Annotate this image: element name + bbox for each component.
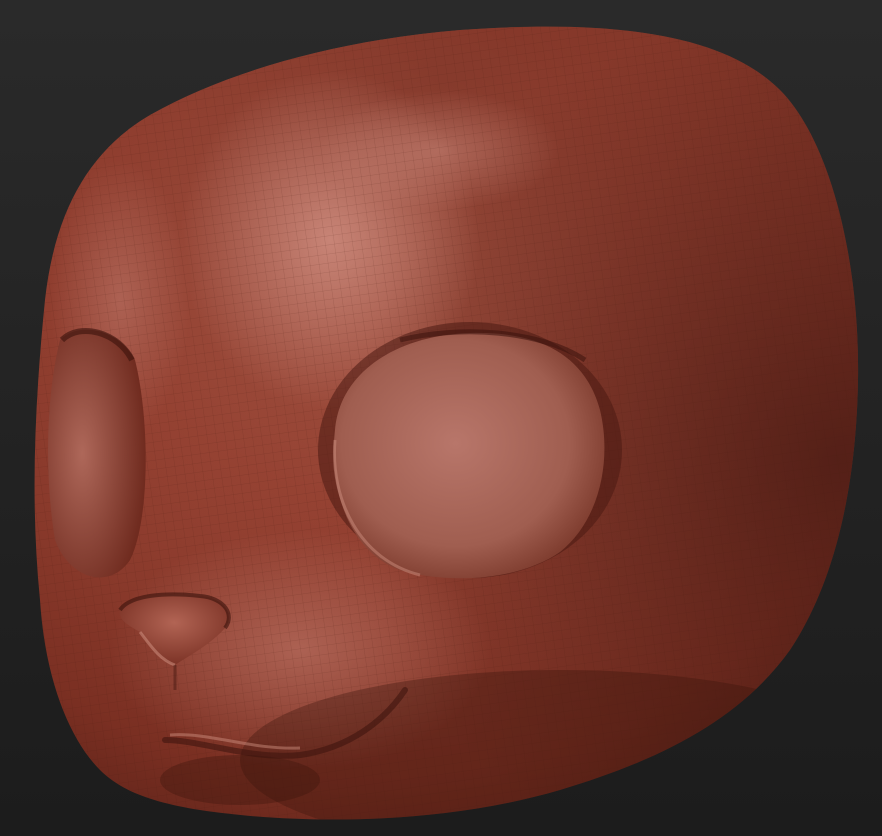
left-eye-socket [48, 328, 146, 578]
right-eye-socket [318, 322, 622, 579]
sculpt-viewport[interactable] [0, 0, 882, 836]
sculpt-model-render [0, 0, 882, 836]
